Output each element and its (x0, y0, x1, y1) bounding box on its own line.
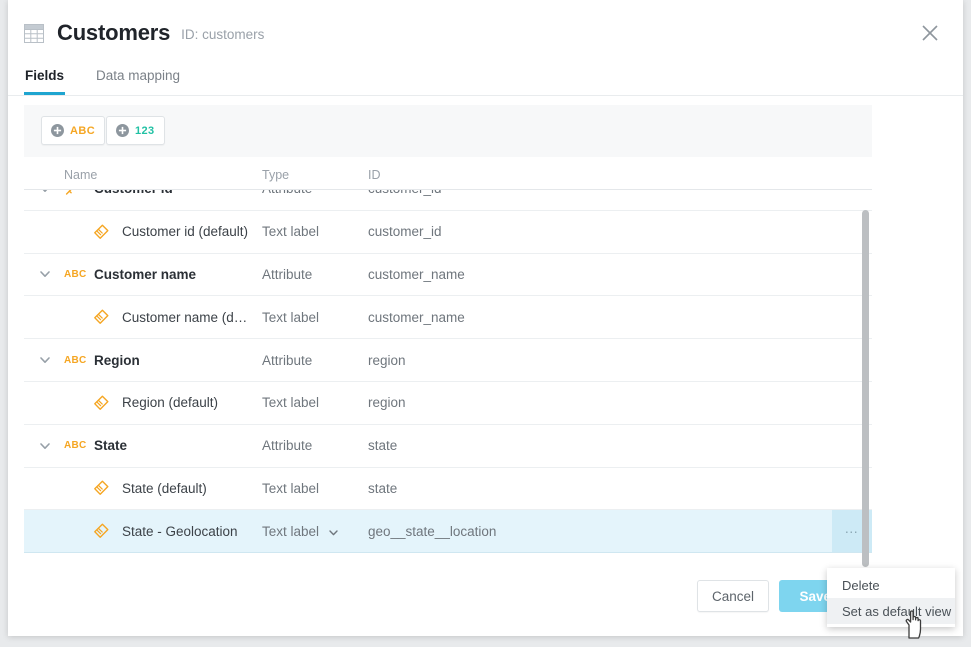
row-type-cell: Attribute (262, 189, 312, 196)
tag-icon (92, 479, 114, 497)
row-type-label: Attribute (262, 353, 312, 368)
row-actions-label: … (844, 525, 860, 531)
row-id-label: customer_name (368, 310, 465, 325)
row-type-label: Text label (262, 395, 319, 410)
add-text-field-label: ABC (70, 125, 95, 137)
row-name-label: State (default) (122, 481, 207, 496)
add-number-field-label: 123 (135, 125, 155, 137)
row-name-label: Region (default) (122, 395, 218, 410)
add-field-toolbar: ABC 123 (24, 105, 872, 157)
abc-icon: ABC (64, 440, 86, 451)
row-name-cell: ABC Region (64, 353, 260, 368)
row-type-label: Text label (262, 224, 319, 239)
row-name-label: Customer id (94, 189, 173, 196)
table-column-headers: Name Type ID (24, 168, 872, 190)
dialog-header: Customers ID: customers (8, 0, 963, 68)
chevron-down-icon[interactable] (38, 267, 52, 281)
row-type-cell: Attribute (262, 438, 312, 453)
table-row[interactable]: Customer id (default) Text label customer_… (24, 211, 872, 254)
plus-circle-icon (116, 124, 129, 137)
row-type-cell: Text label (262, 481, 319, 496)
row-name-cell: ABC Customer name (64, 267, 260, 282)
row-type-cell: Text label (262, 395, 319, 410)
row-id-label: region (368, 395, 406, 410)
row-name-label: Customer name (94, 267, 196, 282)
row-type-label: Text label (262, 310, 319, 325)
row-type-cell[interactable]: Text label (262, 524, 339, 539)
row-name-label: State (94, 438, 127, 453)
row-name-label: Customer name (d… (122, 310, 247, 325)
table-grid-icon (24, 24, 44, 43)
tag-icon (92, 223, 114, 241)
row-name-cell: State (default) (92, 479, 267, 497)
row-id-label: customer_id (368, 224, 442, 239)
tabs-divider (8, 95, 963, 96)
scrollbar-thumb[interactable] (862, 210, 869, 567)
row-id-label: region (368, 353, 406, 368)
row-type-cell: Text label (262, 310, 319, 325)
page-title: Customers (57, 22, 170, 44)
row-id-label: state (368, 438, 397, 453)
context-menu-item-delete[interactable]: Delete (827, 572, 955, 598)
fields-list-scrollbar[interactable] (862, 198, 870, 568)
fields-dialog: Customers ID: customers Fields Data mapp… (8, 0, 963, 636)
dialog-tabs: Fields Data mapping (24, 68, 211, 98)
chevron-down-icon[interactable] (38, 189, 52, 196)
table-row[interactable]: ABC Customer name Attribute customer_name (24, 254, 872, 297)
title-row: Customers ID: customers (24, 22, 264, 44)
close-icon[interactable] (918, 21, 942, 45)
chevron-down-icon[interactable] (328, 526, 339, 537)
table-row[interactable]: Customer name (d… Text label customer_name (24, 296, 872, 339)
table-row[interactable]: State - Geolocation Text label geo__state_… (24, 510, 872, 553)
row-name-label: Region (94, 353, 140, 368)
key-icon (64, 189, 86, 197)
chevron-down-icon[interactable] (38, 353, 52, 367)
tab-data-mapping[interactable]: Data mapping (95, 68, 181, 95)
row-type-label: Text label (262, 481, 319, 496)
row-context-menu: Delete Set as default view (827, 568, 955, 627)
row-type-label: Attribute (262, 189, 312, 196)
row-type-cell: Attribute (262, 267, 312, 282)
table-row[interactable]: Customer id Attribute customer_id (24, 189, 872, 211)
row-name-cell: ABC State (64, 438, 260, 453)
dialog-footer: Cancel Save changes (8, 566, 963, 636)
row-type-label: Text label (262, 524, 319, 539)
row-id-label: state (368, 481, 397, 496)
abc-icon: ABC (64, 269, 86, 280)
table-row[interactable]: State (default) Text label state (24, 468, 872, 511)
dialog-id-label: ID: customers (181, 24, 264, 46)
row-type-label: Attribute (262, 438, 312, 453)
tag-icon (92, 308, 114, 326)
add-number-field-button[interactable]: 123 (106, 116, 165, 145)
table-row[interactable]: ABC State Attribute state (24, 425, 872, 468)
row-name-cell: State - Geolocation (92, 522, 267, 540)
chevron-down-icon[interactable] (38, 439, 52, 453)
row-name-label: State - Geolocation (122, 524, 238, 539)
tab-fields[interactable]: Fields (24, 68, 65, 95)
row-name-label: Customer id (default) (122, 224, 248, 239)
row-name-cell: Customer id (64, 189, 260, 197)
row-id-label: customer_id (368, 189, 442, 196)
row-id-label: geo__state__location (368, 524, 496, 539)
row-type-label: Attribute (262, 267, 312, 282)
row-name-cell: Customer name (d… (92, 308, 267, 326)
tag-icon (92, 394, 114, 412)
table-row[interactable]: ABC Region Attribute region (24, 339, 872, 382)
table-row[interactable]: Region (default) Text label region (24, 382, 872, 425)
row-name-cell: Customer id (default) (92, 223, 267, 241)
cancel-button[interactable]: Cancel (697, 580, 769, 612)
context-menu-item-set-as-default-view[interactable]: Set as default view (827, 598, 955, 624)
row-id-label: customer_name (368, 267, 465, 282)
column-header-id: ID (368, 168, 381, 182)
tag-icon (92, 522, 114, 540)
add-text-field-button[interactable]: ABC (41, 116, 105, 145)
row-name-cell: Region (default) (92, 394, 267, 412)
fields-list: Customer idAttributecustomer_idCustomer … (24, 189, 872, 567)
row-type-cell: Attribute (262, 353, 312, 368)
column-header-name: Name (64, 168, 97, 182)
column-header-type: Type (262, 168, 289, 182)
row-type-cell: Text label (262, 224, 319, 239)
abc-icon: ABC (64, 355, 86, 366)
plus-circle-icon (51, 124, 64, 137)
